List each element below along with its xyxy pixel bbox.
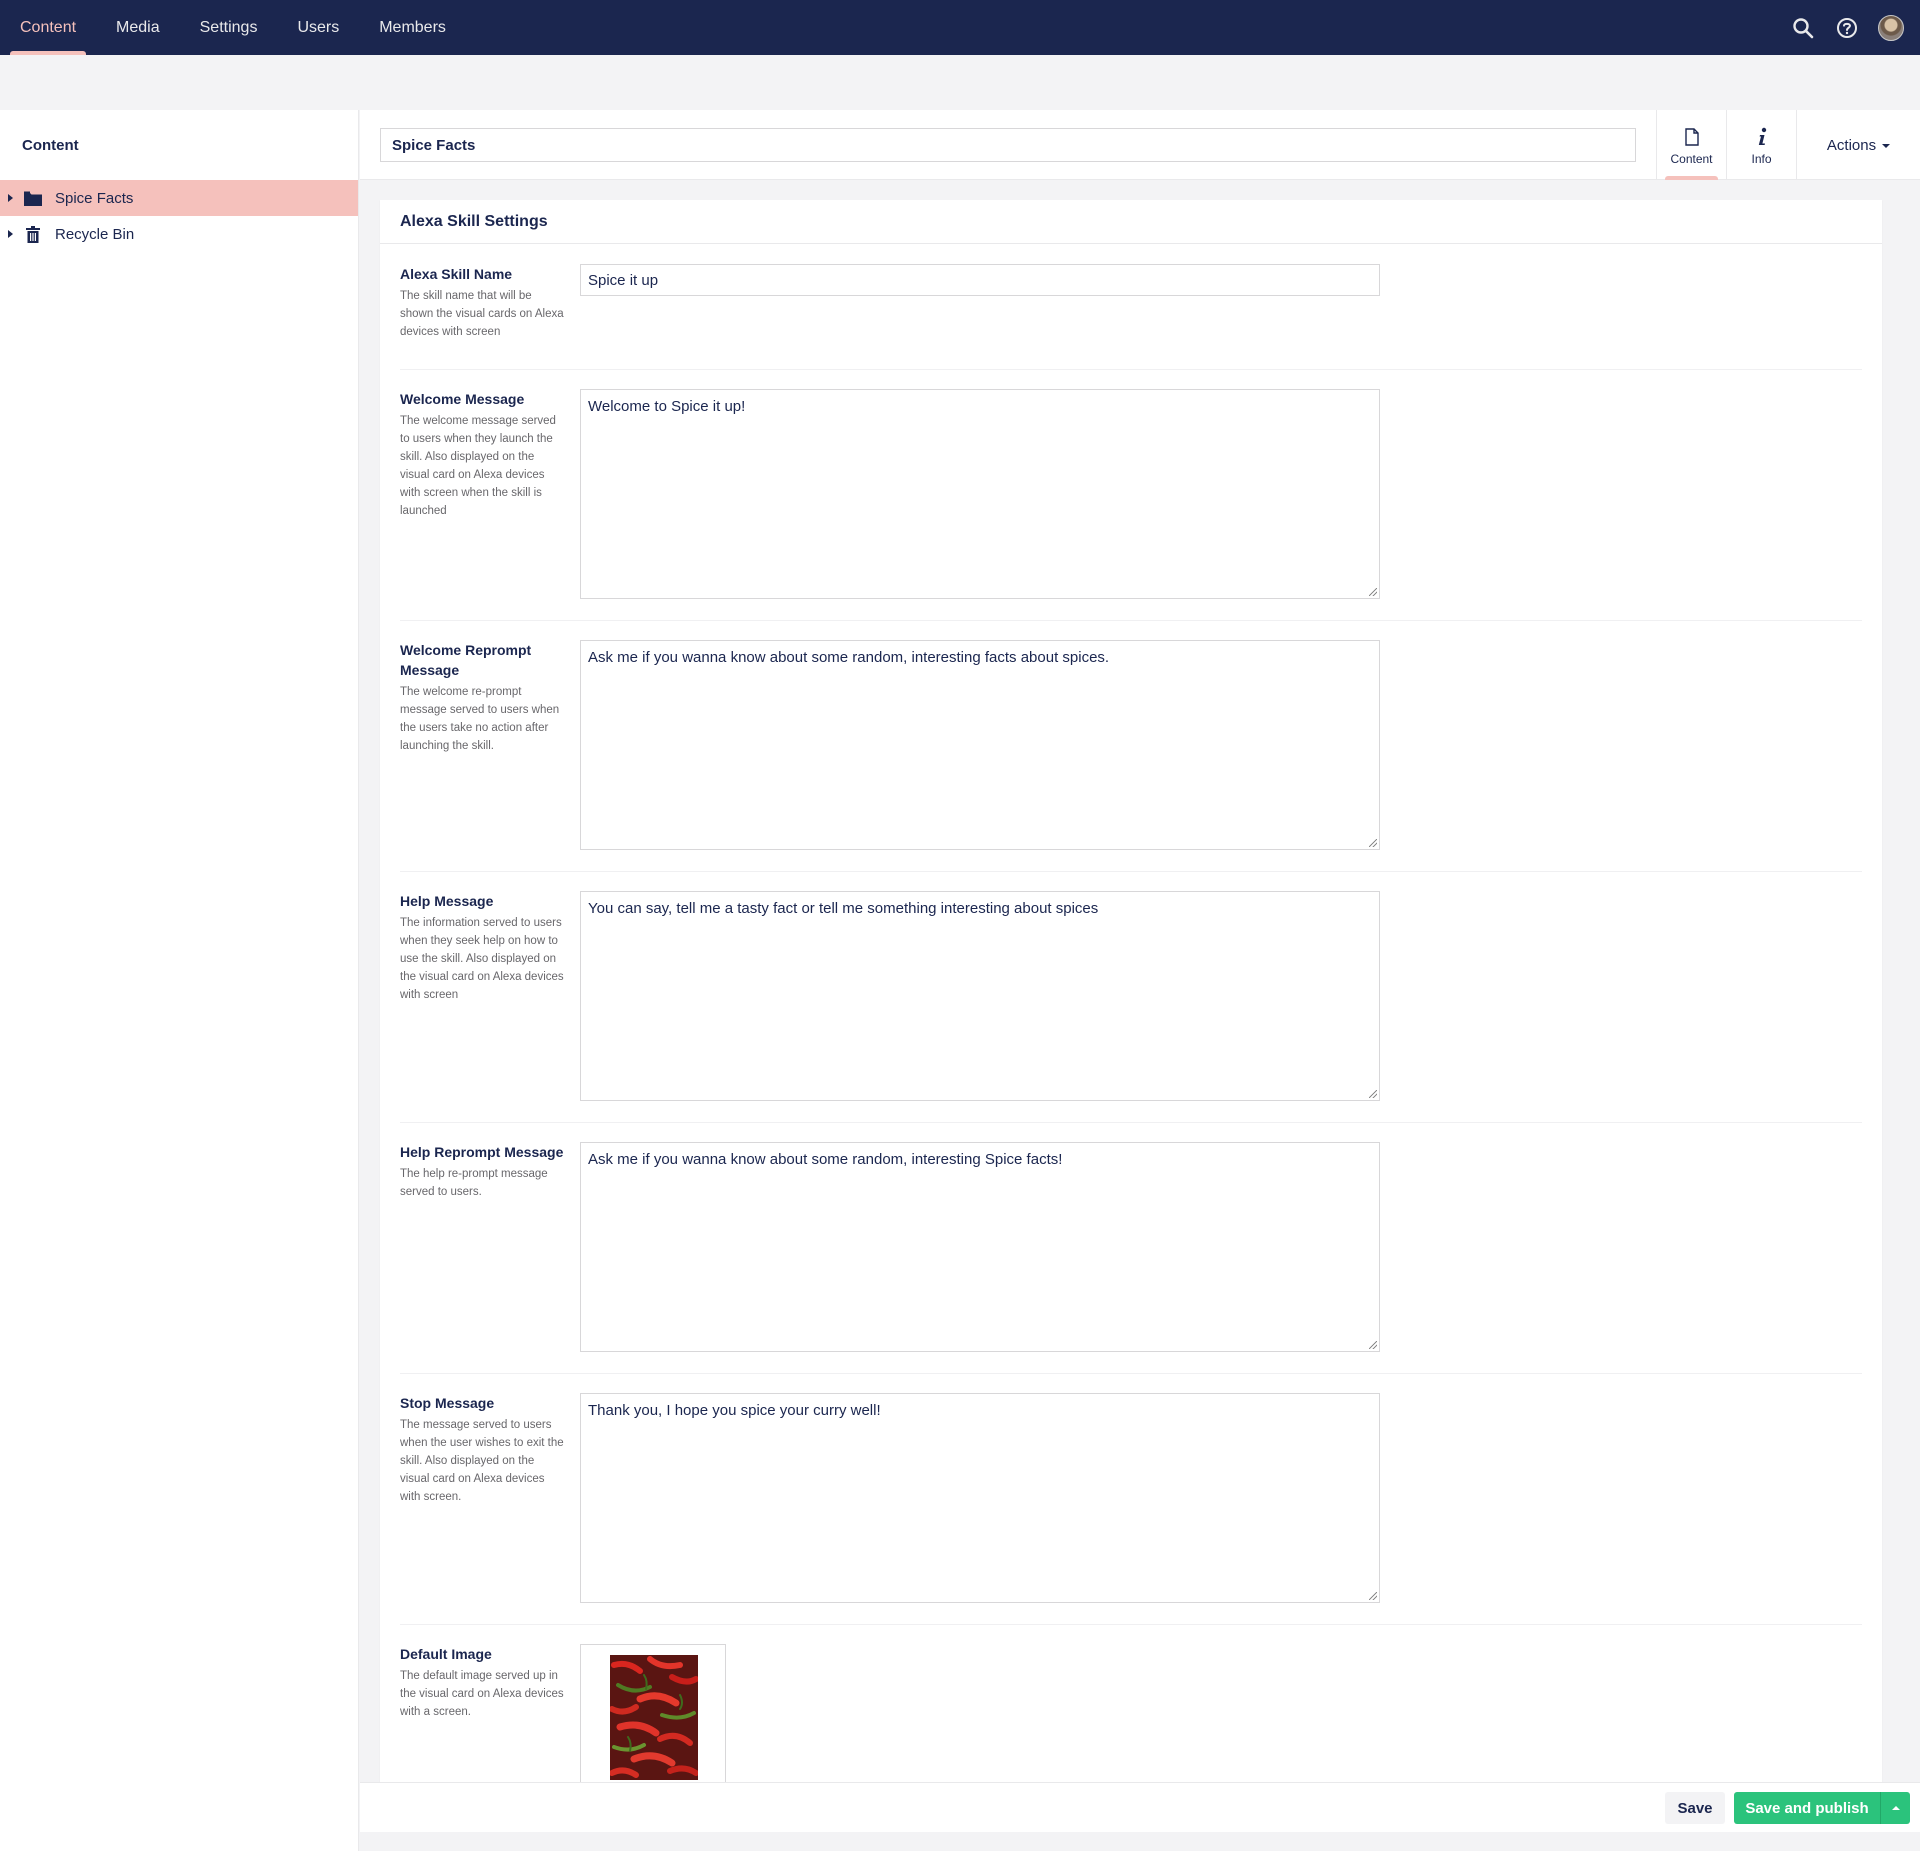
property-label-block: Help Reprompt Message The help re-prompt… — [400, 1142, 565, 1201]
publish-options-toggle[interactable] — [1880, 1792, 1910, 1824]
property-label: Help Reprompt Message — [400, 1144, 564, 1160]
property-help-message: Help Message The information served to u… — [400, 891, 1862, 1123]
property-description: The information served to users when the… — [400, 917, 564, 1001]
section-settings[interactable]: Settings — [190, 0, 268, 55]
tree-title: Content — [22, 136, 79, 154]
editor-header: Content Info Actions — [360, 110, 1920, 180]
expand-caret-icon[interactable] — [8, 230, 13, 238]
folder-icon — [23, 188, 43, 208]
property-default-image: Default Image The default image served u… — [400, 1644, 1862, 1782]
bottom-strip — [360, 1832, 1920, 1851]
save-and-publish-button[interactable]: Save and publish — [1734, 1792, 1880, 1824]
expand-caret-icon[interactable] — [8, 194, 13, 202]
media-picker-item[interactable] — [580, 1644, 726, 1782]
property-label: Stop Message — [400, 1395, 495, 1411]
property-label-block: Stop Message The message served to users… — [400, 1393, 565, 1506]
property-label: Help Message — [400, 893, 494, 909]
property-alexa-skill-name: Alexa Skill Name The skill name that wil… — [400, 264, 1862, 370]
content-tree-sidebar: Content Spice Facts Recycle Bin — [0, 110, 359, 1851]
property-editor — [580, 1644, 726, 1782]
chevron-up-icon — [1891, 1806, 1900, 1810]
resize-handle-icon[interactable] — [1369, 839, 1377, 847]
property-description: The welcome re-prompt message served to … — [400, 686, 560, 752]
tab-info[interactable]: Info — [1726, 110, 1796, 180]
top-navigation-bar: Content Media Settings Users Members — [0, 0, 1920, 55]
alexa-skill-name-input[interactable] — [580, 264, 1380, 296]
trash-icon — [23, 224, 43, 244]
stop-message-textarea[interactable]: Thank you, I hope you spice your curry w… — [580, 1393, 1380, 1603]
property-description: The message served to users when the use… — [400, 1419, 564, 1503]
resize-handle-icon[interactable] — [1369, 1090, 1377, 1098]
red-chili-peppers-image — [609, 1655, 699, 1780]
property-description: The skill name that will be shown the vi… — [400, 290, 564, 338]
property-editor: Thank you, I hope you spice your curry w… — [580, 1393, 1380, 1603]
welcome-message-textarea[interactable]: Welcome to Spice it up! — [580, 389, 1380, 599]
property-label-block: Welcome Message The welcome message serv… — [400, 389, 565, 520]
tab-content[interactable]: Content — [1656, 110, 1726, 180]
property-description: The help re-prompt message served to use… — [400, 1168, 548, 1198]
property-label-block: Help Message The information served to u… — [400, 891, 565, 1004]
property-label: Welcome Message — [400, 391, 525, 407]
resize-handle-icon[interactable] — [1369, 1341, 1377, 1349]
section-content[interactable]: Content — [10, 0, 87, 55]
section-members[interactable]: Members — [369, 0, 456, 55]
welcome-reprompt-textarea[interactable]: Ask me if you wanna know about some rand… — [580, 640, 1380, 850]
property-label-block: Welcome Reprompt Message The welcome re-… — [400, 640, 565, 755]
node-name-input[interactable] — [380, 128, 1636, 162]
main-sections-nav: Content Media Settings Users Members — [0, 0, 476, 55]
property-group-panel: Alexa Skill Settings Alexa Skill Name Th… — [380, 200, 1882, 1782]
tab-label: Info — [1751, 151, 1772, 166]
tree-item-spice-facts[interactable]: Spice Facts — [0, 180, 358, 216]
search-icon[interactable] — [1790, 15, 1816, 41]
property-label-block: Alexa Skill Name The skill name that wil… — [400, 264, 565, 341]
property-label: Welcome Reprompt Message — [400, 642, 532, 678]
tree-item-label: Spice Facts — [55, 189, 134, 207]
property-editor — [580, 264, 1380, 296]
property-label-block: Default Image The default image served u… — [400, 1644, 565, 1721]
help-reprompt-textarea[interactable]: Ask me if you wanna know about some rand… — [580, 1142, 1380, 1352]
section-users[interactable]: Users — [287, 0, 349, 55]
section-media[interactable]: Media — [106, 0, 170, 55]
tree-item-label: Recycle Bin — [55, 225, 135, 243]
property-editor: Ask me if you wanna know about some rand… — [580, 1142, 1380, 1352]
editor-footer: Save Save and publish — [360, 1782, 1920, 1832]
tab-label: Content — [1670, 151, 1713, 166]
help-icon[interactable] — [1834, 15, 1860, 41]
property-label: Alexa Skill Name — [400, 266, 513, 282]
chevron-down-icon — [1882, 144, 1891, 148]
actions-label: Actions — [1826, 136, 1877, 154]
property-description: The default image served up in the visua… — [400, 1670, 564, 1718]
group-title: Alexa Skill Settings — [380, 200, 1882, 244]
tree-item-recycle-bin[interactable]: Recycle Bin — [0, 216, 358, 252]
property-editor: Ask me if you wanna know about some rand… — [580, 640, 1380, 850]
save-button[interactable]: Save — [1665, 1792, 1725, 1824]
resize-handle-icon[interactable] — [1369, 1592, 1377, 1600]
property-description: The welcome message served to users when… — [400, 415, 556, 517]
property-stop-message: Stop Message The message served to users… — [400, 1393, 1862, 1625]
property-welcome-message: Welcome Message The welcome message serv… — [400, 389, 1862, 621]
top-tools — [1790, 0, 1904, 55]
document-icon — [1684, 125, 1699, 149]
property-label: Default Image — [400, 1646, 492, 1662]
property-editor: Welcome to Spice it up! — [580, 389, 1380, 599]
help-message-textarea[interactable]: You can say, tell me a tasty fact or tel… — [580, 891, 1380, 1101]
info-icon — [1756, 125, 1768, 149]
resize-handle-icon[interactable] — [1369, 588, 1377, 596]
user-avatar[interactable] — [1878, 14, 1904, 41]
property-welcome-reprompt-message: Welcome Reprompt Message The welcome re-… — [400, 640, 1862, 872]
publish-button-group: Save and publish — [1734, 1792, 1910, 1824]
property-editor: You can say, tell me a tasty fact or tel… — [580, 891, 1380, 1101]
property-help-reprompt-message: Help Reprompt Message The help re-prompt… — [400, 1142, 1862, 1374]
actions-dropdown-button[interactable]: Actions — [1796, 110, 1920, 180]
